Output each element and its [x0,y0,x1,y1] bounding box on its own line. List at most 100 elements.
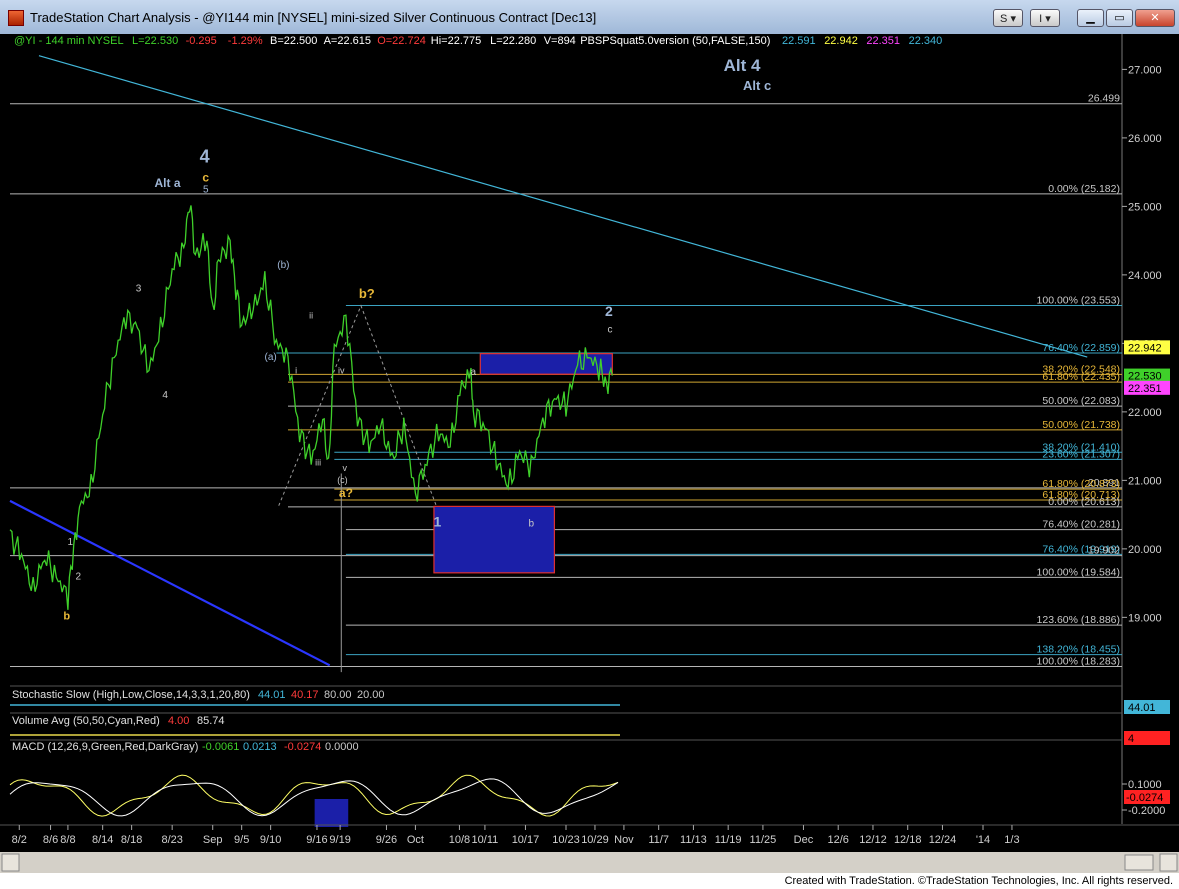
header-value: L=22.530 [132,35,178,47]
chevron-down-icon: ▾ [1045,13,1051,25]
wave-label: c [202,171,209,185]
close-icon: ✕ [1150,12,1160,24]
x-tick-label: 9/5 [234,834,249,846]
x-tick-label: 11/7 [648,834,669,846]
scrollbar-thumb [1124,854,1154,871]
macd-value: 0.0213 [243,741,277,753]
scroll-left-button [1,853,20,872]
x-tick-label: '14 [976,834,990,846]
price-tag-label: 22.530 [1128,371,1162,383]
wave-label: 4 [162,390,168,401]
header-value: O=22.724 [377,35,426,47]
x-tick-label: 8/2 [12,834,27,846]
wave-label: 5 [203,185,209,196]
wave-label: iv [338,366,345,376]
fib-label: 23.60% (21.307) [1042,448,1120,460]
stochastic-value: 20.00 [357,689,385,701]
x-tick-label: 12/24 [929,834,957,846]
x-tick-label: Nov [614,834,634,846]
horizontal-scrollbar [0,852,1179,873]
footer: Created with TradeStation. ©TradeStation… [0,873,1179,889]
wave-label: b [528,518,534,529]
macd-value: 0.0000 [325,741,359,753]
y-tick-label: 19.000 [1128,612,1162,624]
x-tick-label: 8/8 [60,834,75,846]
window-titlebar: TradeStation Chart Analysis - @YI144 min… [0,0,1179,35]
y-tick-label: 21.000 [1128,475,1162,487]
macd-blue-box [314,799,349,827]
macd-line [9,774,619,817]
close-button[interactable]: ✕ [1135,9,1175,27]
fib-label: 26.499 [1088,93,1120,105]
wave-label: 1 [67,537,73,548]
macd-tick-label: 0.1000 [1128,779,1162,791]
symbol-link-label: S [1000,13,1008,25]
stochastic-value: 80.00 [324,689,352,701]
fib-label: 100.00% (23.553) [1037,294,1120,306]
chevron-down-icon: ▾ [1010,13,1016,25]
maximize-button[interactable]: ▭ [1106,9,1133,27]
wave-label: 4 [200,147,210,167]
wave-label: Alt 4 [724,56,761,75]
wave-label: 1 [434,513,442,529]
macd-value: -0.0274 [284,741,321,753]
wave-label: c [608,324,613,335]
trendline [9,499,331,667]
y-tick-label: 25.000 [1128,201,1162,213]
y-tick-label: 26.000 [1128,133,1162,145]
x-tick-label: 9/10 [260,834,281,846]
symbol-link-button[interactable]: S ▾ [993,9,1023,27]
wave-label: (c) [337,475,348,485]
wave-label: a? [339,486,353,500]
x-tick-label: 12/6 [827,834,848,846]
y-tick-label: 22.000 [1128,407,1162,419]
fib-label: 19.902 [1088,545,1120,557]
app-icon [8,10,24,26]
stochastic-value: 44.01 [258,689,286,701]
x-tick-label: 8/14 [92,834,113,846]
x-tick-label: 10/17 [512,834,540,846]
wave-label: b? [359,286,375,301]
macd-label: MACD (12,26,9,Green,Red,DarkGray) [12,741,198,753]
target-box [433,505,556,574]
indicator-button[interactable]: I ▾ [1030,9,1060,27]
fib-label: 0.00% (20.613) [1048,496,1120,508]
wave-label: b [63,610,70,622]
header-value: 22.351 [866,35,900,47]
header-value: PBSPSquat5.0version (50,FALSE,150) [580,35,770,47]
fib-label: 123.60% (18.886) [1037,614,1120,626]
y-tick-label: 27.000 [1128,64,1162,76]
wave-label: 3 [136,283,142,294]
wave-label: (a) [265,352,277,363]
price-chart[interactable]: 27.00026.00025.00024.00023.00022.00021.0… [0,34,1179,873]
wave-label: 2 [605,303,613,319]
volume-value: 85.74 [197,715,225,727]
x-tick-label: Sep [203,834,223,846]
wave-label: iii [315,457,321,467]
minimize-button[interactable]: ▁ [1077,9,1104,27]
macd-tag-label: -0.0274 [1126,792,1163,804]
fib-label: 76.40% (20.281) [1042,519,1120,531]
fib-label: 0.00% (25.182) [1048,183,1120,195]
window-title: TradeStation Chart Analysis - @YI144 min… [30,10,597,25]
volume-value: 4.00 [168,715,189,727]
chart-area[interactable]: 27.00026.00025.00024.00023.00022.00021.0… [0,34,1179,873]
stochastic-tag-label: 44.01 [1128,702,1156,714]
copyright-text: Created with TradeStation. ©TradeStation… [784,875,1173,887]
wave-label: Alt c [743,78,771,93]
macd-tick-label: -0.2000 [1128,805,1165,817]
y-tick-label: 24.000 [1128,270,1162,282]
price-tag-label: 22.942 [1128,342,1162,354]
fib-label: 50.00% (22.083) [1042,395,1120,407]
x-tick-label: 11/13 [680,834,707,846]
wave-label: ii [309,311,313,321]
x-tick-label: 10/11 [472,834,499,846]
macd-signal-line [9,778,619,817]
trendline [38,55,1088,358]
header-value: -1.29% [228,35,263,47]
header-value: B=22.500 [270,35,317,47]
x-tick-label: 8/6 [43,834,58,846]
price-axis-background [1122,34,1179,873]
wave-label: i [295,366,297,376]
maximize-icon: ▭ [1114,12,1125,24]
